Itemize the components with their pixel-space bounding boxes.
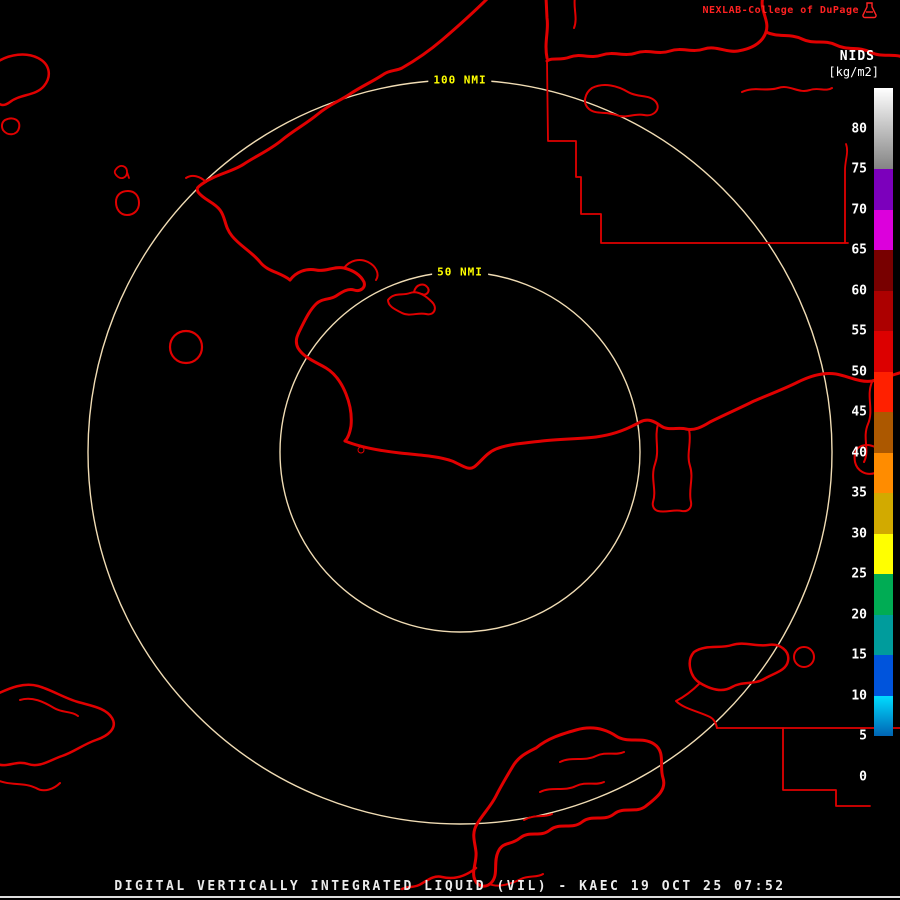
map-outline [764,30,900,58]
map-outline [288,266,366,443]
brand-text: NEXLAB-College of DuPage [702,5,859,16]
map-outline [168,329,204,365]
colorbar-tick-label: 25 [851,566,867,582]
map-outline [19,697,79,717]
colorbar-tick-label: 75 [851,161,867,177]
map-outline [113,165,130,179]
product-title-footer: DIGITAL VERTICALLY INTEGRATED LIQUID (VI… [114,879,786,894]
colorbar-tick-label: 0 [859,769,867,784]
map-outline [559,751,625,763]
colorbar-tick-label: 70 [851,202,867,217]
colorbar-segment [874,736,893,777]
map-outline [539,781,605,793]
product-label: NIDS [839,49,875,64]
colorbar-segment [874,493,893,534]
colorbar-segment [874,533,893,574]
colorbar-segment [874,412,893,453]
map-outline [584,84,659,118]
range-ring-label: 50 NMI [432,264,488,280]
map-outline [844,143,849,244]
colorbar-tick-label: 30 [851,526,867,541]
colorbar-segment [874,655,893,696]
map-outline [544,0,549,60]
map-outline [195,0,489,282]
colorbar-tick-label: 5 [859,728,867,744]
colorbar-segment [874,452,893,493]
colorbar-tick-label: 20 [851,607,867,622]
colorbar-tick-label: 65 [851,242,867,258]
colorbar-segment [874,209,893,250]
map-outline [573,0,577,29]
units-label: [kg/m2] [828,65,879,79]
map-outline [357,446,365,454]
map-outline [688,642,790,692]
map-outline [741,86,833,93]
range-ring [87,79,833,825]
map-outline [651,423,693,513]
colorbar-tick-label: 15 [851,647,867,663]
map-outline [675,682,718,729]
colorbar-swatches [874,88,893,797]
map-outline [387,291,436,316]
colorbar-segment [874,574,893,615]
radar-stage: NEXLAB-College of DuPage NIDS [kg/m2] DI… [0,0,900,900]
map-outline [782,727,871,807]
colorbar-segment [874,290,893,331]
colorbar-tick-label: 60 [851,283,867,298]
colorbar-segment [874,776,893,797]
colorbar-segment [874,371,893,412]
colorbar-tick-label: 50 [851,364,867,379]
bottom-divider-line [0,896,900,898]
colorbar-segment [874,250,893,291]
colorbar-segment [874,331,893,372]
map-outline [0,53,51,107]
map-outline [0,117,21,136]
colorbar-tick-label: 80 [851,121,867,136]
range-ring [279,271,641,633]
colorbar-tick-label: 10 [851,688,867,703]
map-outline [343,371,900,470]
range-ring-label: 100 NMI [428,72,492,88]
colorbar-segment [874,88,893,169]
map-outline [115,190,140,216]
colorbar-tick-label: 35 [851,485,867,501]
map-outline [793,646,815,668]
colorbar-tick-label: 55 [851,323,867,339]
colorbar-segment [874,169,893,210]
map-svg [0,0,900,891]
colorbar-segment [874,614,893,655]
colorbar-segment [874,695,893,736]
map-outline [0,683,115,767]
map-outline [185,174,207,183]
colorbar-tick-label: 40 [851,445,867,460]
nexlab-brand-icon [862,2,877,19]
colorbar-tick-label: 45 [851,404,867,420]
map-outline [0,780,61,792]
